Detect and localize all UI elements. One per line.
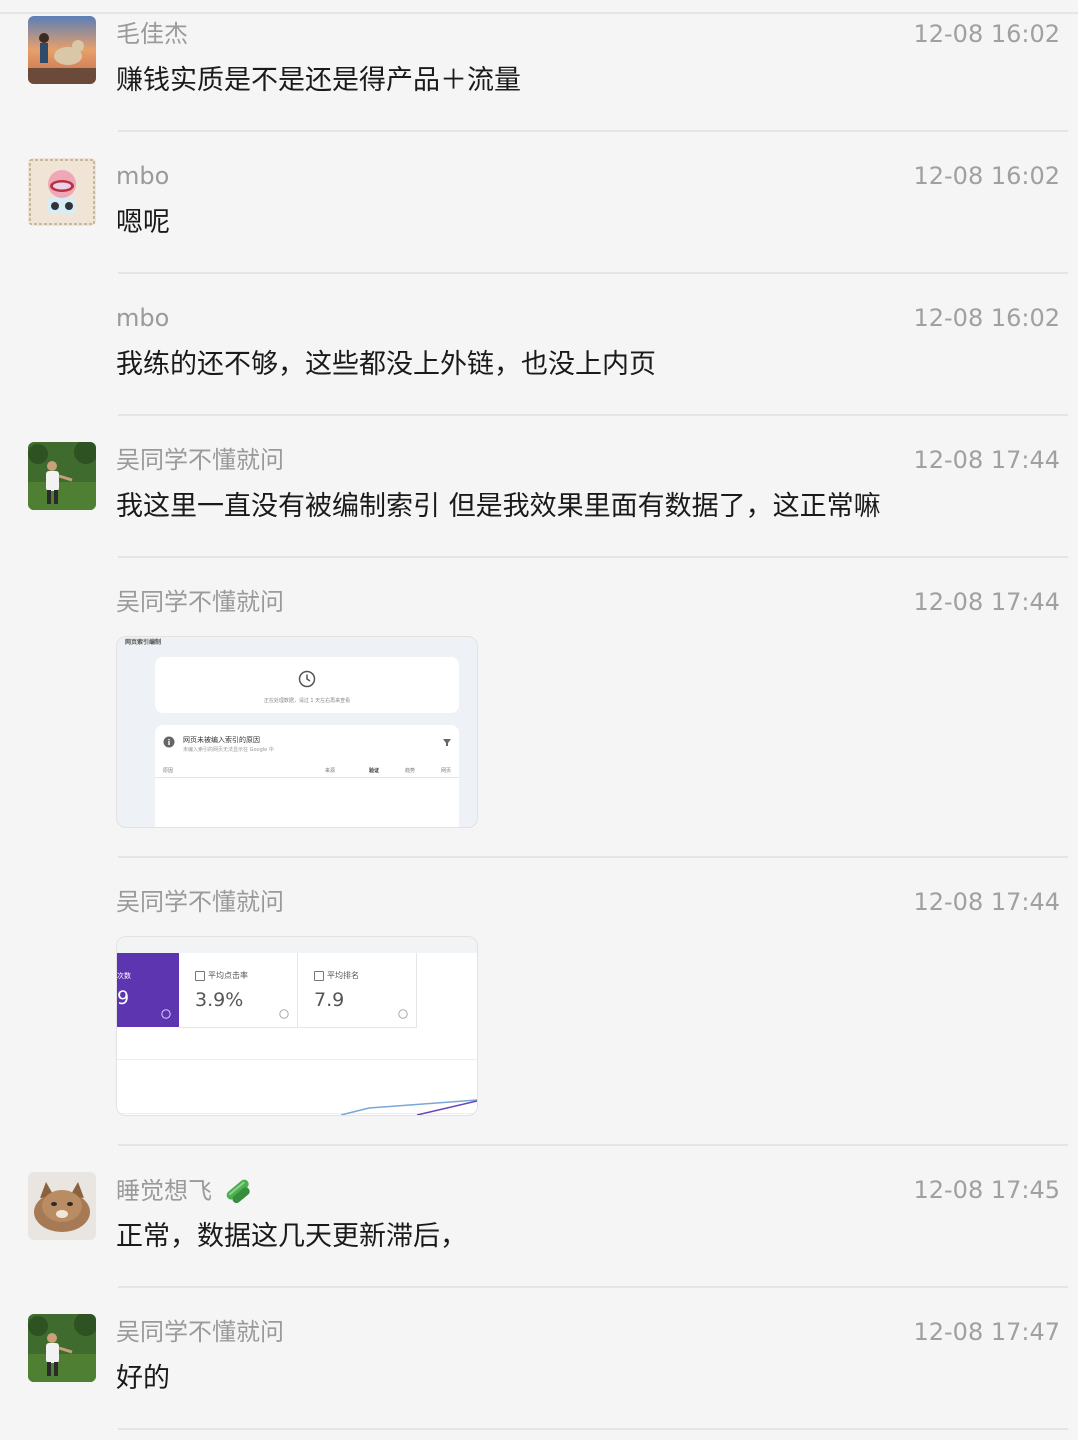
message-text: 好的	[116, 1363, 170, 1394]
forest-person-avatar-icon	[28, 442, 96, 510]
pink-bear-avatar-icon	[28, 158, 96, 226]
sender-name[interactable]: 吴同学不懂就问	[116, 1317, 284, 1347]
message-time: 12-08 16:02	[913, 20, 1060, 48]
message-time: 12-08 17:44	[913, 446, 1060, 474]
message-text: 正常，数据这几天更新滞后，	[116, 1221, 467, 1252]
screenshot-header: 网页索引编制	[125, 639, 162, 646]
avatar[interactable]	[28, 1314, 96, 1382]
reason-subtitle: 未编入索引的网页无法显示在 Google 中	[183, 747, 274, 753]
screenshot-image-index-coverage[interactable]: 网页索引编制 正在处理数据，请过 1 天左右再来查看 网页未被编入索引的原因 未…	[116, 636, 478, 828]
message-time: 12-08 16:02	[913, 304, 1060, 332]
column-validation: 验证	[369, 768, 380, 774]
divider	[118, 856, 1068, 858]
sender-name[interactable]: 毛佳杰	[116, 19, 188, 49]
column-source: 来源	[325, 768, 336, 774]
clock-icon	[298, 670, 316, 688]
message-time: 12-08 17:44	[913, 888, 1060, 916]
sender-name[interactable]: 吴同学不懂就问	[116, 445, 284, 475]
column-reason: 原因	[163, 768, 174, 774]
message-text: 赚钱实质是不是还是得产品＋流量	[116, 65, 521, 96]
message-text: 我练的还不够，这些都没上外链，也没上内页	[116, 349, 656, 380]
avatar[interactable]	[28, 16, 96, 84]
sunset-boy-dog-avatar-icon	[28, 16, 96, 84]
top-divider	[0, 12, 1078, 14]
info-icon	[163, 736, 175, 748]
reason-title: 网页未被编入索引的原因	[183, 736, 260, 744]
cucumber-icon	[226, 1179, 250, 1204]
filter-icon[interactable]	[443, 738, 451, 746]
column-trend: 趋势	[405, 768, 416, 774]
message-time: 12-08 16:02	[913, 162, 1060, 190]
column-pages: 网页	[441, 768, 452, 774]
avatar[interactable]	[28, 158, 96, 226]
divider	[118, 556, 1068, 558]
sender-name[interactable]: mbo	[116, 161, 169, 191]
divider	[118, 130, 1068, 132]
divider	[118, 414, 1068, 416]
divider	[118, 272, 1068, 274]
screenshot-image-performance[interactable]: 次数 9 平均点击率 3.9% 平均排名 7.9	[116, 936, 478, 1116]
message-time: 12-08 17:44	[913, 588, 1060, 616]
divider	[118, 1286, 1068, 1288]
divider	[118, 1428, 1068, 1430]
sender-name-text: 睡觉想飞	[116, 1177, 212, 1205]
divider	[118, 1144, 1068, 1146]
status-text: 正在处理数据，请过 1 天左右再来查看	[263, 698, 351, 704]
trend-lines	[340, 1099, 477, 1115]
avatar[interactable]	[28, 442, 96, 510]
sender-name[interactable]: 吴同学不懂就问	[116, 587, 284, 617]
sender-name[interactable]: 吴同学不懂就问	[116, 887, 284, 917]
message-time: 12-08 17:45	[913, 1176, 1060, 1204]
sender-name[interactable]: 睡觉想飞	[116, 1175, 254, 1206]
cat-avatar-icon	[28, 1172, 96, 1240]
table-header-line	[155, 777, 459, 778]
forest-person-avatar-icon	[28, 1314, 96, 1382]
reasons-card: 网页未被编入索引的原因 未编入索引的网页无法显示在 Google 中 原因 来源…	[155, 725, 459, 827]
status-card: 正在处理数据，请过 1 天左右再来查看	[155, 657, 459, 713]
avatar[interactable]	[28, 1172, 96, 1240]
message-text: 嗯呢	[116, 207, 170, 238]
message-time: 12-08 17:47	[913, 1318, 1060, 1346]
message-text: 我这里一直没有被编制索引 但是我效果里面有数据了，这正常嘛	[116, 491, 881, 522]
sender-name[interactable]: mbo	[116, 303, 169, 333]
